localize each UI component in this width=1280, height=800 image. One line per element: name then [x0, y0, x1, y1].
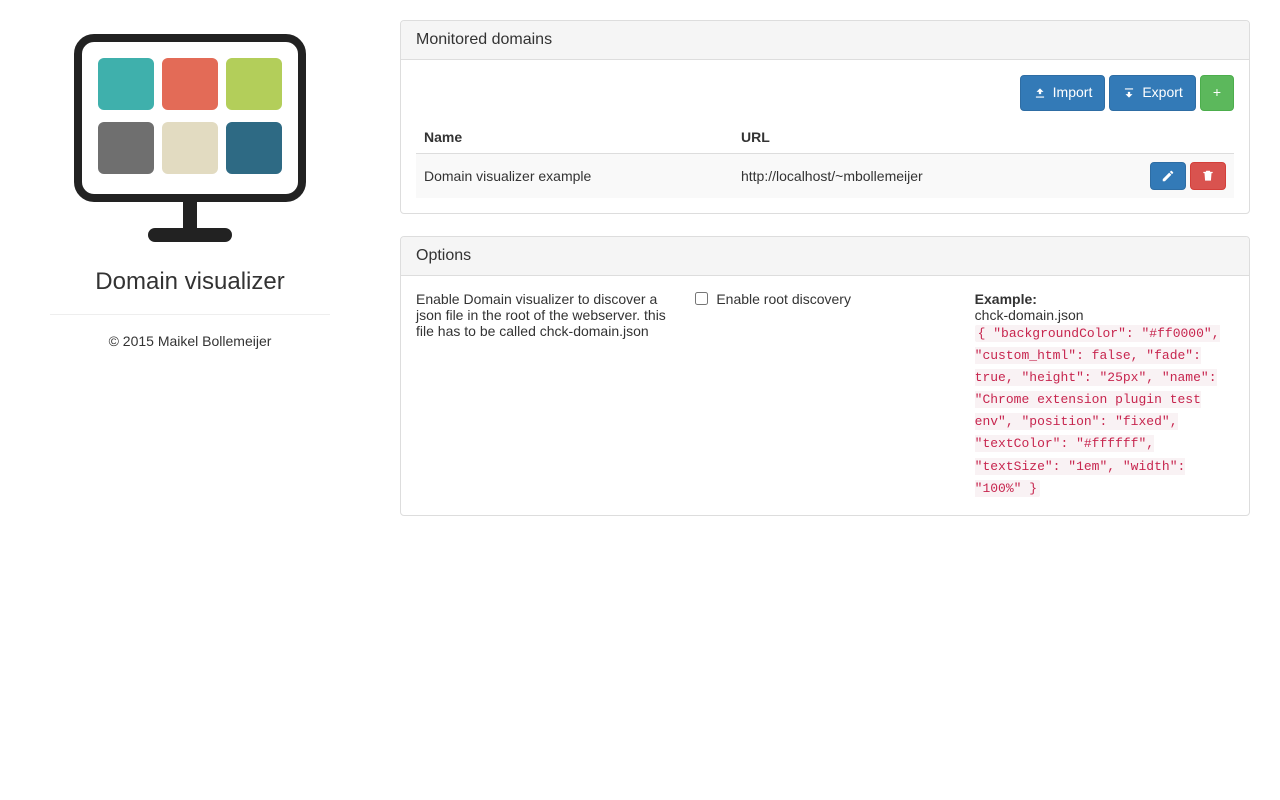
export-icon [1122, 86, 1136, 100]
export-button[interactable]: Export [1109, 75, 1195, 111]
edit-button[interactable] [1150, 162, 1186, 190]
panel-title: Options [401, 237, 1249, 276]
column-url: URL [733, 121, 1075, 154]
example-json: { "backgroundColor": "#ff0000", "custom_… [975, 325, 1220, 497]
panel-title: Monitored domains [401, 21, 1249, 60]
column-actions [1075, 121, 1234, 154]
main-content: Monitored domains Import Export [400, 20, 1250, 538]
cell-url: http://localhost/~mbollemeijer [733, 153, 1075, 198]
app-logo [70, 30, 310, 250]
options-panel: Options Enable Domain visualizer to disc… [400, 236, 1250, 516]
app-title: Domain visualizer [10, 268, 370, 296]
options-description: Enable Domain visualizer to discover a j… [416, 291, 675, 500]
delete-button[interactable] [1190, 162, 1226, 190]
example-filename: chck-domain.json [975, 307, 1234, 323]
column-name: Name [416, 121, 733, 154]
enable-root-discovery-label: Enable root discovery [716, 291, 851, 307]
sidebar: Domain visualizer © 2015 Maikel Bollemei… [10, 20, 370, 538]
table-row: Domain visualizer example http://localho… [416, 153, 1234, 198]
divider [50, 314, 330, 315]
enable-root-discovery-option[interactable]: Enable root discovery [695, 291, 954, 307]
example-heading: Example: [975, 291, 1037, 307]
trash-icon [1201, 169, 1215, 183]
add-domain-button[interactable]: + [1200, 75, 1234, 111]
import-label: Import [1053, 83, 1093, 103]
domains-toolbar: Import Export + [416, 75, 1234, 111]
plus-icon: + [1213, 83, 1221, 103]
copyright-text: © 2015 Maikel Bollemeijer [10, 333, 370, 349]
enable-root-discovery-checkbox[interactable] [695, 292, 708, 305]
import-button[interactable]: Import [1020, 75, 1106, 111]
export-label: Export [1142, 83, 1182, 103]
monitored-domains-panel: Monitored domains Import Export [400, 20, 1250, 214]
cell-name: Domain visualizer example [416, 153, 733, 198]
pencil-icon [1161, 169, 1175, 183]
import-icon [1033, 86, 1047, 100]
domains-table: Name URL Domain visualizer example http:… [416, 121, 1234, 198]
